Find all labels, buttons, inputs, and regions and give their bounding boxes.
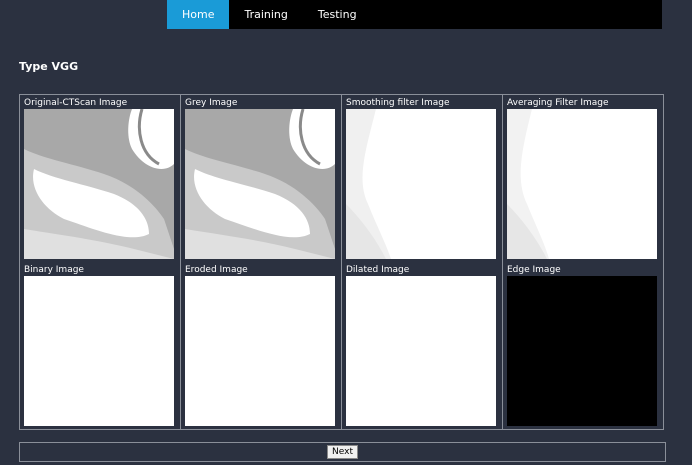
page-title: Type VGG bbox=[19, 60, 79, 73]
grey-image bbox=[185, 109, 335, 259]
image-label: Averaging Filter Image bbox=[507, 98, 609, 108]
nav-testing[interactable]: Testing bbox=[303, 0, 372, 29]
image-cell-binary: Binary Image bbox=[20, 262, 181, 429]
nav-home[interactable]: Home bbox=[167, 0, 230, 29]
image-label: Smoothing filter Image bbox=[346, 98, 450, 108]
eroded-image bbox=[185, 276, 335, 426]
image-label: Grey Image bbox=[185, 98, 238, 108]
edge-image bbox=[507, 276, 657, 426]
nav-training[interactable]: Training bbox=[229, 0, 302, 29]
image-cell-grey: Grey Image bbox=[181, 95, 342, 262]
next-bar: Next bbox=[19, 442, 666, 462]
image-label: Binary Image bbox=[24, 265, 84, 275]
image-label: Edge Image bbox=[507, 265, 561, 275]
image-cell-original: Original-CTScan Image bbox=[20, 95, 181, 262]
image-cell-smoothing: Smoothing filter Image bbox=[342, 95, 503, 262]
original-ct-image bbox=[24, 109, 174, 259]
dilated-image bbox=[346, 276, 496, 426]
smoothing-filter-image bbox=[346, 109, 496, 259]
image-cell-dilated: Dilated Image bbox=[342, 262, 503, 429]
image-label: Original-CTScan Image bbox=[24, 98, 128, 108]
binary-image bbox=[24, 276, 174, 426]
image-label: Eroded Image bbox=[185, 265, 248, 275]
image-cell-averaging: Averaging Filter Image bbox=[503, 95, 663, 262]
image-cell-eroded: Eroded Image bbox=[181, 262, 342, 429]
averaging-filter-image bbox=[507, 109, 657, 259]
image-cell-edge: Edge Image bbox=[503, 262, 663, 429]
next-button[interactable]: Next bbox=[327, 445, 358, 459]
image-grid: Original-CTScan Image Grey Image Smoothi… bbox=[19, 94, 664, 430]
image-label: Dilated Image bbox=[346, 265, 410, 275]
top-navbar: Home Training Testing bbox=[167, 0, 662, 29]
